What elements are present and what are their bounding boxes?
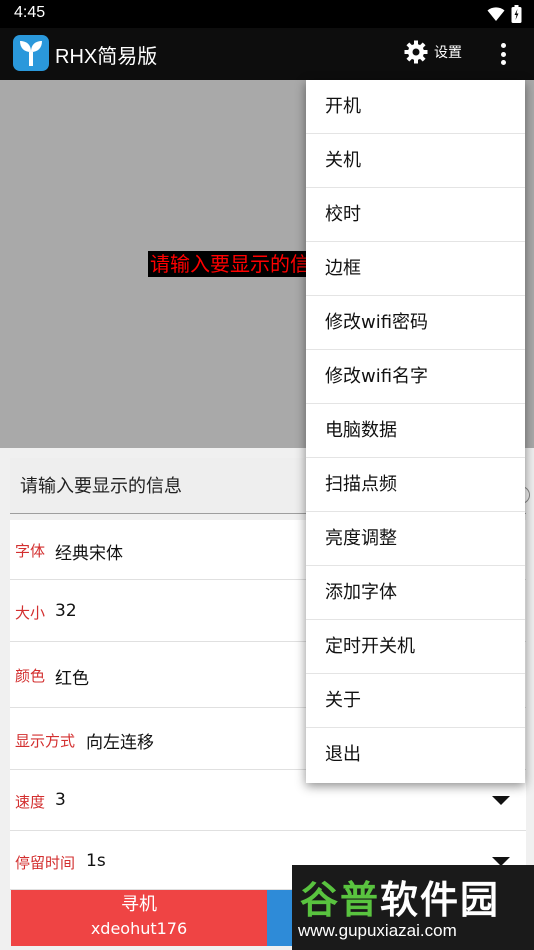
- message-input-placeholder: 请输入要显示的信息: [20, 476, 182, 497]
- setting-value: 1s: [86, 851, 106, 871]
- status-time: 4:45: [14, 4, 46, 21]
- settings-button[interactable]: 设置: [404, 40, 462, 64]
- menu-item-brightness[interactable]: 亮度调整: [306, 512, 525, 566]
- menu-item-power-off[interactable]: 关机: [306, 134, 525, 188]
- find-device-label: 寻机: [121, 894, 157, 915]
- menu-item-about[interactable]: 关于: [306, 674, 525, 728]
- setting-value: 红色: [55, 669, 89, 689]
- setting-value: 经典宋体: [55, 544, 123, 564]
- menu-item-sync-time[interactable]: 校时: [306, 188, 525, 242]
- setting-key: 字体: [15, 542, 46, 560]
- status-bar: 4:45: [0, 0, 534, 28]
- status-icons: [487, 5, 522, 23]
- menu-item-scheduled-power[interactable]: 定时开关机: [306, 620, 525, 674]
- menu-item-scan-frequency[interactable]: 扫描点频: [306, 458, 525, 512]
- watermark-url: www.gupuxiazai.com: [298, 921, 457, 940]
- menu-item-add-font[interactable]: 添加字体: [306, 566, 525, 620]
- menu-item-power-on[interactable]: 开机: [306, 80, 525, 134]
- watermark-brand: 谷普软件园: [300, 878, 501, 922]
- app-logo-icon: [13, 35, 49, 71]
- setting-key: 显示方式: [15, 732, 76, 750]
- app-title: RHX简易版: [55, 46, 158, 68]
- gear-icon: [404, 40, 428, 64]
- watermark-logo: 谷普软件园 www.gupuxiazai.com: [292, 865, 534, 950]
- menu-item-wifi-name[interactable]: 修改wifi名字: [306, 350, 525, 404]
- setting-key: 速度: [15, 793, 46, 811]
- find-device-button[interactable]: 寻机 xdeohut176: [11, 890, 267, 946]
- menu-item-border[interactable]: 边框: [306, 242, 525, 296]
- battery-icon: [511, 5, 522, 23]
- app-bar: RHX简易版 设置: [0, 28, 534, 80]
- overflow-dropdown-menu: 开机 关机 校时 边框 修改wifi密码 修改wifi名字 电脑数据 扫描点频 …: [306, 80, 525, 783]
- setting-value: 32: [55, 601, 77, 621]
- setting-key: 大小: [15, 604, 46, 622]
- settings-label: 设置: [434, 45, 462, 61]
- setting-key: 停留时间: [15, 854, 76, 872]
- menu-item-exit[interactable]: 退出: [306, 728, 525, 782]
- chevron-down-icon[interactable]: [492, 796, 510, 805]
- setting-value: 向左连移: [86, 733, 154, 753]
- setting-value: 3: [55, 790, 66, 810]
- preview-text: 请输入要显示的信息: [148, 251, 318, 277]
- setting-key: 颜色: [15, 667, 46, 685]
- menu-item-wifi-password[interactable]: 修改wifi密码: [306, 296, 525, 350]
- device-name: xdeohut176: [90, 919, 188, 938]
- wifi-icon: [487, 7, 505, 21]
- overflow-menu-icon[interactable]: [492, 40, 514, 68]
- menu-item-pc-data[interactable]: 电脑数据: [306, 404, 525, 458]
